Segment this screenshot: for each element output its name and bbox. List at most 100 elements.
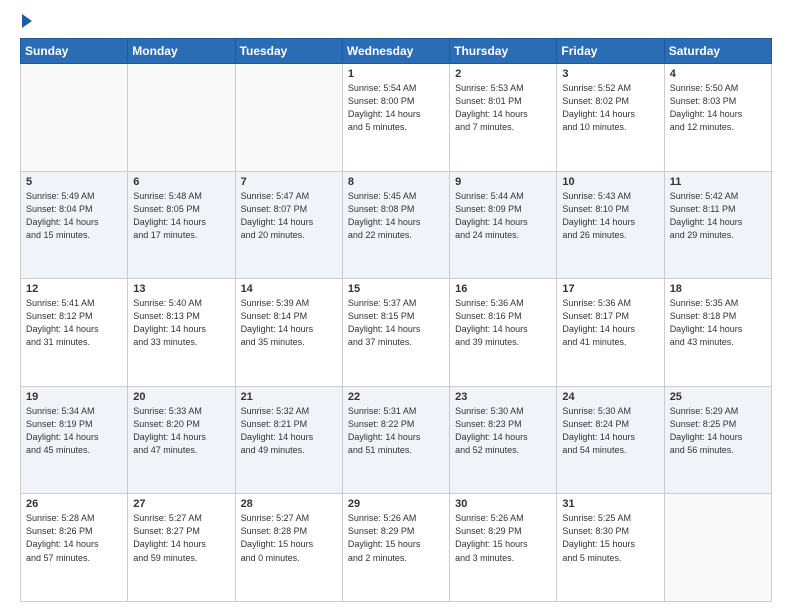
day-number: 5 <box>26 176 122 188</box>
calendar-cell: 12 Sunrise: 5:41 AM Sunset: 8:12 PM Dayli… <box>21 279 128 387</box>
calendar-cell: 28 Sunrise: 5:27 AM Sunset: 8:28 PM Dayli… <box>235 494 342 602</box>
calendar-cell <box>128 64 235 172</box>
calendar-cell: 17 Sunrise: 5:36 AM Sunset: 8:17 PM Dayli… <box>557 279 664 387</box>
day-info: Sunrise: 5:37 AM Sunset: 8:15 PM Dayligh… <box>348 297 444 349</box>
day-number: 26 <box>26 498 122 510</box>
logo-text <box>20 16 32 28</box>
calendar-cell: 14 Sunrise: 5:39 AM Sunset: 8:14 PM Dayli… <box>235 279 342 387</box>
day-number: 25 <box>670 391 766 403</box>
calendar-week-row: 5 Sunrise: 5:49 AM Sunset: 8:04 PM Daylig… <box>21 171 772 279</box>
calendar-cell: 19 Sunrise: 5:34 AM Sunset: 8:19 PM Dayli… <box>21 386 128 494</box>
day-info: Sunrise: 5:49 AM Sunset: 8:04 PM Dayligh… <box>26 190 122 242</box>
weekday-header-cell: Sunday <box>21 39 128 64</box>
day-info: Sunrise: 5:39 AM Sunset: 8:14 PM Dayligh… <box>241 297 337 349</box>
day-info: Sunrise: 5:48 AM Sunset: 8:05 PM Dayligh… <box>133 190 229 242</box>
calendar-cell: 21 Sunrise: 5:32 AM Sunset: 8:21 PM Dayli… <box>235 386 342 494</box>
logo-arrow-icon <box>22 14 32 28</box>
calendar-cell: 29Sunrise: 5:26 AM Sunset: 8:29 PM Dayli… <box>342 494 449 602</box>
day-info: Sunrise: 5:28 AM Sunset: 8:26 PM Dayligh… <box>26 512 122 564</box>
day-info: Sunrise: 5:30 AM Sunset: 8:23 PM Dayligh… <box>455 405 551 457</box>
day-info: Sunrise: 5:34 AM Sunset: 8:19 PM Dayligh… <box>26 405 122 457</box>
day-info: Sunrise: 5:53 AM Sunset: 8:01 PM Dayligh… <box>455 82 551 134</box>
day-number: 21 <box>241 391 337 403</box>
calendar-cell: 25 Sunrise: 5:29 AM Sunset: 8:25 PM Dayli… <box>664 386 771 494</box>
calendar-cell: 15 Sunrise: 5:37 AM Sunset: 8:15 PM Dayli… <box>342 279 449 387</box>
day-info: Sunrise: 5:29 AM Sunset: 8:25 PM Dayligh… <box>670 405 766 457</box>
calendar-cell: 7 Sunrise: 5:47 AM Sunset: 8:07 PM Daylig… <box>235 171 342 279</box>
day-number: 13 <box>133 283 229 295</box>
calendar-cell: 27Sunrise: 5:27 AM Sunset: 8:27 PM Dayli… <box>128 494 235 602</box>
calendar-cell: 16 Sunrise: 5:36 AM Sunset: 8:16 PM Dayli… <box>450 279 557 387</box>
calendar: SundayMondayTuesdayWednesdayThursdayFrid… <box>20 38 772 602</box>
calendar-cell: 20 Sunrise: 5:33 AM Sunset: 8:20 PM Dayli… <box>128 386 235 494</box>
day-number: 14 <box>241 283 337 295</box>
logo <box>20 16 32 28</box>
day-info: Sunrise: 5:44 AM Sunset: 8:09 PM Dayligh… <box>455 190 551 242</box>
day-number: 29 <box>348 498 444 510</box>
day-info: Sunrise: 5:43 AM Sunset: 8:10 PM Dayligh… <box>562 190 658 242</box>
day-info: Sunrise: 5:33 AM Sunset: 8:20 PM Dayligh… <box>133 405 229 457</box>
day-number: 8 <box>348 176 444 188</box>
calendar-cell: 5 Sunrise: 5:49 AM Sunset: 8:04 PM Daylig… <box>21 171 128 279</box>
day-number: 6 <box>133 176 229 188</box>
weekday-header-cell: Tuesday <box>235 39 342 64</box>
day-number: 22 <box>348 391 444 403</box>
calendar-cell: 6 Sunrise: 5:48 AM Sunset: 8:05 PM Daylig… <box>128 171 235 279</box>
calendar-cell: 8 Sunrise: 5:45 AM Sunset: 8:08 PM Daylig… <box>342 171 449 279</box>
day-number: 1 <box>348 68 444 80</box>
day-info: Sunrise: 5:25 AM Sunset: 8:30 PM Dayligh… <box>562 512 658 564</box>
calendar-week-row: 19 Sunrise: 5:34 AM Sunset: 8:19 PM Dayli… <box>21 386 772 494</box>
calendar-cell: 1Sunrise: 5:54 AM Sunset: 8:00 PM Daylig… <box>342 64 449 172</box>
calendar-cell: 11 Sunrise: 5:42 AM Sunset: 8:11 PM Dayli… <box>664 171 771 279</box>
day-number: 9 <box>455 176 551 188</box>
day-info: Sunrise: 5:42 AM Sunset: 8:11 PM Dayligh… <box>670 190 766 242</box>
calendar-cell: 26 Sunrise: 5:28 AM Sunset: 8:26 PM Dayli… <box>21 494 128 602</box>
day-number: 4 <box>670 68 766 80</box>
day-number: 3 <box>562 68 658 80</box>
calendar-body: 1Sunrise: 5:54 AM Sunset: 8:00 PM Daylig… <box>21 64 772 602</box>
day-info: Sunrise: 5:27 AM Sunset: 8:27 PM Dayligh… <box>133 512 229 564</box>
day-info: Sunrise: 5:45 AM Sunset: 8:08 PM Dayligh… <box>348 190 444 242</box>
day-number: 17 <box>562 283 658 295</box>
page: SundayMondayTuesdayWednesdayThursdayFrid… <box>0 0 792 612</box>
calendar-cell <box>21 64 128 172</box>
day-number: 18 <box>670 283 766 295</box>
calendar-cell: 30Sunrise: 5:26 AM Sunset: 8:29 PM Dayli… <box>450 494 557 602</box>
day-number: 7 <box>241 176 337 188</box>
day-info: Sunrise: 5:41 AM Sunset: 8:12 PM Dayligh… <box>26 297 122 349</box>
day-number: 16 <box>455 283 551 295</box>
day-info: Sunrise: 5:52 AM Sunset: 8:02 PM Dayligh… <box>562 82 658 134</box>
weekday-header-cell: Monday <box>128 39 235 64</box>
day-info: Sunrise: 5:36 AM Sunset: 8:17 PM Dayligh… <box>562 297 658 349</box>
header <box>20 16 772 28</box>
calendar-cell: 13 Sunrise: 5:40 AM Sunset: 8:13 PM Dayli… <box>128 279 235 387</box>
calendar-cell: 4 Sunrise: 5:50 AM Sunset: 8:03 PM Daylig… <box>664 64 771 172</box>
day-number: 12 <box>26 283 122 295</box>
calendar-cell: 22 Sunrise: 5:31 AM Sunset: 8:22 PM Dayli… <box>342 386 449 494</box>
calendar-cell: 10Sunrise: 5:43 AM Sunset: 8:10 PM Dayli… <box>557 171 664 279</box>
day-number: 11 <box>670 176 766 188</box>
calendar-cell: 18Sunrise: 5:35 AM Sunset: 8:18 PM Dayli… <box>664 279 771 387</box>
day-number: 20 <box>133 391 229 403</box>
calendar-week-row: 26 Sunrise: 5:28 AM Sunset: 8:26 PM Dayli… <box>21 494 772 602</box>
weekday-header-cell: Wednesday <box>342 39 449 64</box>
day-info: Sunrise: 5:40 AM Sunset: 8:13 PM Dayligh… <box>133 297 229 349</box>
calendar-cell <box>235 64 342 172</box>
calendar-week-row: 1Sunrise: 5:54 AM Sunset: 8:00 PM Daylig… <box>21 64 772 172</box>
day-info: Sunrise: 5:32 AM Sunset: 8:21 PM Dayligh… <box>241 405 337 457</box>
day-number: 28 <box>241 498 337 510</box>
day-info: Sunrise: 5:50 AM Sunset: 8:03 PM Dayligh… <box>670 82 766 134</box>
day-number: 24 <box>562 391 658 403</box>
day-info: Sunrise: 5:31 AM Sunset: 8:22 PM Dayligh… <box>348 405 444 457</box>
day-info: Sunrise: 5:47 AM Sunset: 8:07 PM Dayligh… <box>241 190 337 242</box>
calendar-cell <box>664 494 771 602</box>
day-number: 19 <box>26 391 122 403</box>
day-info: Sunrise: 5:30 AM Sunset: 8:24 PM Dayligh… <box>562 405 658 457</box>
day-info: Sunrise: 5:36 AM Sunset: 8:16 PM Dayligh… <box>455 297 551 349</box>
day-info: Sunrise: 5:27 AM Sunset: 8:28 PM Dayligh… <box>241 512 337 564</box>
calendar-cell: 3 Sunrise: 5:52 AM Sunset: 8:02 PM Daylig… <box>557 64 664 172</box>
calendar-cell: 23Sunrise: 5:30 AM Sunset: 8:23 PM Dayli… <box>450 386 557 494</box>
day-number: 30 <box>455 498 551 510</box>
day-number: 15 <box>348 283 444 295</box>
weekday-header-cell: Saturday <box>664 39 771 64</box>
